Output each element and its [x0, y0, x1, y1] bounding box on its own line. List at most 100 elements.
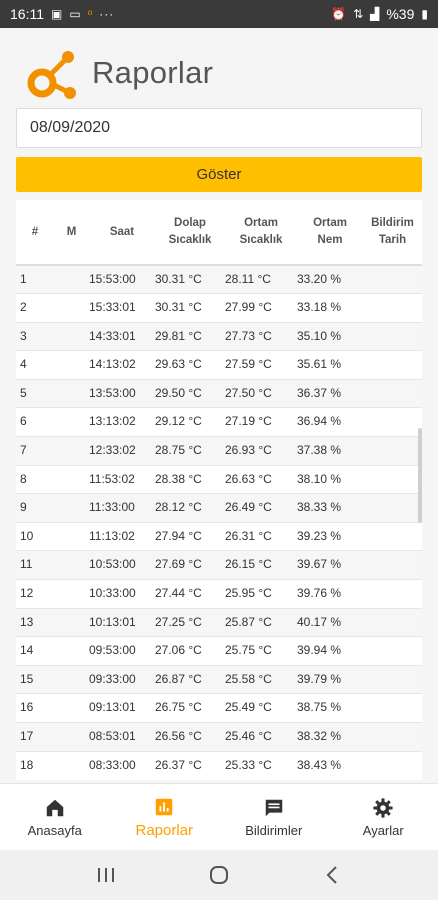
table-cell: 26.93 °C [225, 436, 297, 466]
table-cell: 35.61 % [297, 350, 363, 380]
table-header-row: # M Saat Dolap Sıcaklık Ortam Sıcaklık Ort… [16, 200, 422, 266]
table-cell: 2 [16, 293, 54, 323]
nav-item-notifications[interactable]: Bildirimler [219, 784, 329, 850]
nav-item-reports[interactable]: Raporlar [110, 784, 220, 850]
table-cell: 1 [16, 264, 54, 294]
table-cell [363, 664, 422, 694]
table-cell: 25.58 °C [225, 664, 297, 694]
nav-item-settings[interactable]: Ayarlar [329, 784, 438, 850]
nav-label: Anasayfa [27, 822, 82, 838]
table-cell: 29.81 °C [155, 321, 225, 351]
table-row: 6 13:13:02 29.12 °C 27.19 °C 36.94 % [16, 407, 422, 437]
back-button[interactable] [318, 861, 346, 889]
column-header: Saat [89, 200, 155, 266]
table-cell: 39.79 % [297, 664, 363, 694]
table-cell [363, 293, 422, 323]
table-cell [363, 750, 422, 780]
table-cell: 15:53:00 [89, 264, 155, 294]
recent-apps-button[interactable] [92, 861, 120, 889]
message-icon [265, 799, 282, 816]
table-cell [363, 722, 422, 752]
table-cell: 40.17 % [297, 607, 363, 637]
status-bar: 16:11 ▣ ▭ ᵒ ··· ⏰ ⇅ ▟ %39 ▮ [0, 0, 438, 28]
table-row: 18 08:33:00 26.37 °C 25.33 °C 38.43 % [16, 750, 422, 780]
table-cell: 39.76 % [297, 579, 363, 609]
table-cell [54, 321, 89, 351]
table-cell [363, 550, 422, 580]
table-cell: 10:33:00 [89, 579, 155, 609]
table-cell: 27.73 °C [225, 321, 297, 351]
table-cell [363, 493, 422, 523]
table-cell [54, 722, 89, 752]
table-body: 1 15:53:00 30.31 °C 28.11 °C 33.20 % 2 15:33:0… [16, 264, 422, 780]
app-notification-icon: ᵒ [87, 7, 93, 21]
alarm-icon: ⏰ [331, 7, 347, 21]
table-cell [363, 407, 422, 437]
table-cell: 16 [16, 693, 54, 723]
table-cell: 27.44 °C [155, 579, 225, 609]
table-cell [54, 464, 89, 494]
table-cell: 13:13:02 [89, 407, 155, 437]
table-cell: 27.06 °C [155, 636, 225, 666]
table-cell: 12 [16, 579, 54, 609]
table-cell: 09:13:01 [89, 693, 155, 723]
table-cell [54, 350, 89, 380]
table-cell [54, 579, 89, 609]
table-cell: 30.31 °C [155, 293, 225, 323]
table-row: 11 10:53:00 27.69 °C 26.15 °C 39.67 % [16, 550, 422, 580]
table-row: 10 11:13:02 27.94 °C 26.31 °C 39.23 % [16, 521, 422, 551]
system-navigation-bar [0, 850, 438, 900]
table-cell [363, 264, 422, 294]
table-scrollbar[interactable] [418, 428, 422, 523]
app-header: Raporlar [0, 28, 438, 118]
table-cell: 09:53:00 [89, 636, 155, 666]
table-cell: 38.43 % [297, 750, 363, 780]
table-cell: 15:33:01 [89, 293, 155, 323]
table-cell: 26.63 °C [225, 464, 297, 494]
table-cell: 36.94 % [297, 407, 363, 437]
table-cell [54, 550, 89, 580]
table-cell: 38.32 % [297, 722, 363, 752]
table-cell: 14 [16, 636, 54, 666]
table-cell [363, 321, 422, 351]
table-cell: 4 [16, 350, 54, 380]
column-header: M [54, 200, 89, 266]
table-cell: 5 [16, 378, 54, 408]
table-cell: 29.63 °C [155, 350, 225, 380]
show-button[interactable]: Göster [16, 157, 422, 192]
table-cell: 30.31 °C [155, 264, 225, 294]
table-cell: 10 [16, 521, 54, 551]
table-cell: 26.31 °C [225, 521, 297, 551]
home-button[interactable] [205, 861, 233, 889]
back-icon [326, 866, 337, 884]
app-logo-icon [27, 51, 76, 99]
table-row: 17 08:53:01 26.56 °C 25.46 °C 38.32 % [16, 722, 422, 752]
table-cell: 27.50 °C [225, 378, 297, 408]
nav-item-home[interactable]: Anasayfa [0, 784, 110, 850]
mobile-data-icon: ⇅ [353, 7, 364, 21]
table-row: 5 13:53:00 29.50 °C 27.50 °C 36.37 % [16, 378, 422, 408]
table-cell: 29.50 °C [155, 378, 225, 408]
table-cell: 7 [16, 436, 54, 466]
table-cell: 10:53:00 [89, 550, 155, 580]
table-row: 13 10:13:01 27.25 °C 25.87 °C 40.17 % [16, 607, 422, 637]
laptop-notification-icon: ▭ [69, 7, 81, 21]
table-cell [54, 607, 89, 637]
table-row: 1 15:53:00 30.31 °C 28.11 °C 33.20 % [16, 264, 422, 294]
table-cell: 33.20 % [297, 264, 363, 294]
table-cell: 26.56 °C [155, 722, 225, 752]
table-cell: 25.75 °C [225, 636, 297, 666]
table-row: 16 09:13:01 26.75 °C 25.49 °C 38.75 % [16, 693, 422, 723]
column-header: Bildirim Tarih [363, 200, 422, 266]
table-row: 4 14:13:02 29.63 °C 27.59 °C 35.61 % [16, 350, 422, 380]
table-cell [54, 664, 89, 694]
table-cell: 25.33 °C [225, 750, 297, 780]
date-input[interactable]: 08/09/2020 [16, 108, 422, 148]
column-header: Ortam Sıcaklık [225, 200, 297, 266]
table-cell [363, 464, 422, 494]
table-cell [363, 350, 422, 380]
table-cell: 33.18 % [297, 293, 363, 323]
table-cell: 12:33:02 [89, 436, 155, 466]
table-cell: 11:13:02 [89, 521, 155, 551]
table-cell: 26.87 °C [155, 664, 225, 694]
